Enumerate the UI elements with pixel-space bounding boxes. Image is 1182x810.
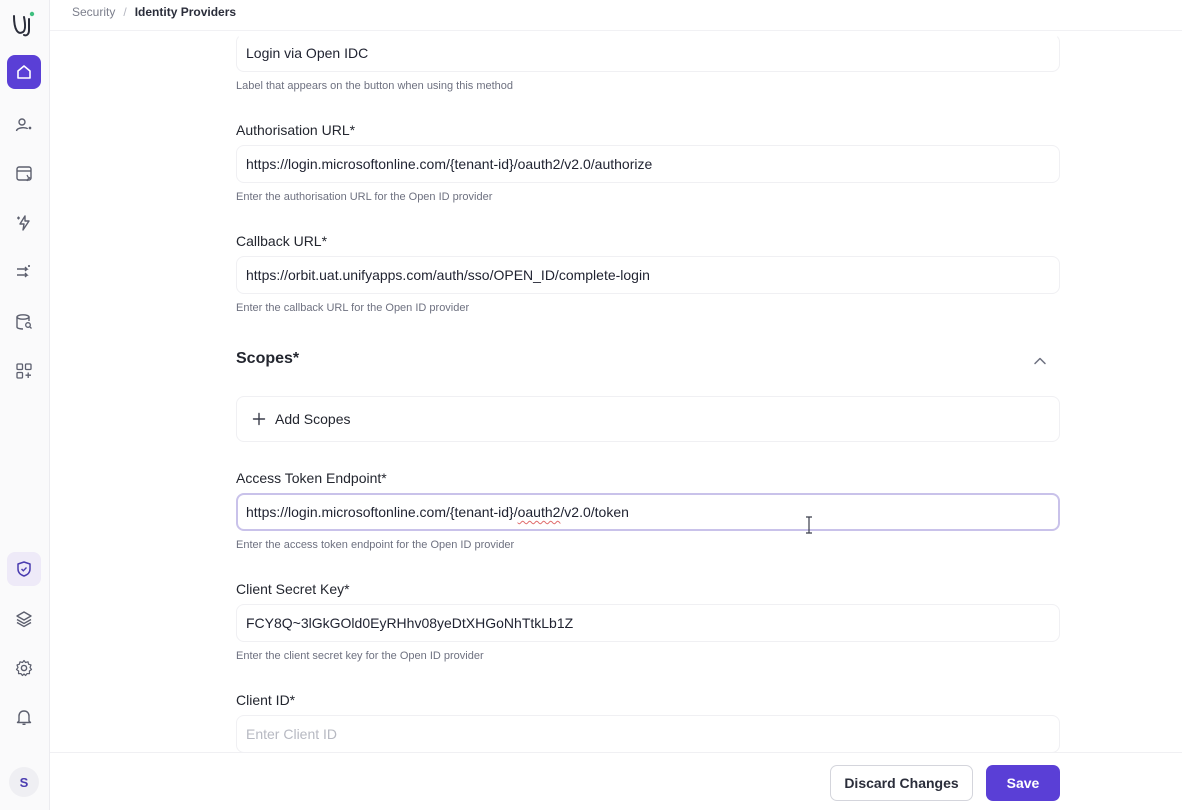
client-secret-key-value: FCY8Q~3lGkGOld0EyRHhv08yeDtXHGoNhTtkLb1Z xyxy=(246,615,574,631)
discard-changes-button[interactable]: Discard Changes xyxy=(830,765,973,801)
nav-data[interactable] xyxy=(7,305,41,339)
nav-add-widget[interactable] xyxy=(7,354,41,388)
button-label-value: Login via Open IDC xyxy=(246,45,369,61)
app-logo[interactable] xyxy=(9,8,41,40)
client-secret-key-field[interactable]: FCY8Q~3lGkGOld0EyRHhv08yeDtXHGoNhTtkLb1Z xyxy=(236,604,1060,642)
sidebar: S xyxy=(0,0,50,810)
text-cursor-icon xyxy=(806,516,812,534)
nav-automations[interactable] xyxy=(7,206,41,240)
avatar[interactable]: S xyxy=(9,767,39,797)
nav-home[interactable] xyxy=(7,55,41,89)
callback-url-hint: Enter the callback URL for the Open ID p… xyxy=(236,302,470,314)
authorisation-url-value: https://login.microsoftonline.com/{tenan… xyxy=(246,156,653,172)
callback-url-field[interactable]: https://orbit.uat.unifyapps.com/auth/sso… xyxy=(236,256,1060,294)
grid-plus-icon xyxy=(16,363,32,379)
arrows-flow-icon xyxy=(17,265,30,278)
access-token-endpoint-prefix: https://login.microsoftonline.com/{tenan… xyxy=(246,504,518,520)
save-button[interactable]: Save xyxy=(986,765,1060,801)
nav-layers[interactable] xyxy=(7,602,41,636)
add-scopes-button[interactable]: Add Scopes xyxy=(236,396,1060,442)
home-icon xyxy=(17,65,31,79)
client-secret-key-label: Client Secret Key* xyxy=(236,581,350,597)
authorisation-url-field[interactable]: https://login.microsoftonline.com/{tenan… xyxy=(236,145,1060,183)
nav-apps[interactable] xyxy=(7,157,41,191)
nav-notifications[interactable] xyxy=(7,700,41,734)
access-token-endpoint-field[interactable]: https://login.microsoftonline.com/{tenan… xyxy=(236,493,1060,531)
nav-security[interactable] xyxy=(7,552,41,586)
client-id-label: Client ID* xyxy=(236,692,296,708)
client-id-placeholder: Enter Client ID xyxy=(246,726,338,742)
breadcrumb-security[interactable]: Security xyxy=(72,5,115,19)
lightning-sparkle-icon xyxy=(17,215,30,231)
layers-icon xyxy=(16,611,32,628)
spellcheck-underline: oauth2 xyxy=(517,504,561,520)
access-token-endpoint-suffix: /v2.0/token xyxy=(560,504,629,520)
access-token-endpoint-value: https://login.microsoftonline.com/{tenan… xyxy=(246,504,629,520)
shield-icon xyxy=(17,561,31,577)
user-settings-icon xyxy=(15,118,32,132)
authorisation-url-label: Authorisation URL* xyxy=(236,122,356,138)
plus-icon xyxy=(252,412,266,426)
client-id-field[interactable]: Enter Client ID xyxy=(236,715,1060,753)
bell-icon xyxy=(16,710,32,725)
authorisation-url-hint: Enter the authorisation URL for the Open… xyxy=(236,191,493,203)
window-spark-icon xyxy=(16,166,32,182)
breadcrumb-identity-providers: Identity Providers xyxy=(134,5,237,19)
database-search-icon xyxy=(16,314,32,330)
chevron-up-icon[interactable] xyxy=(1030,351,1050,371)
breadcrumb-separator: / xyxy=(123,5,127,19)
client-secret-key-hint: Enter the client secret key for the Open… xyxy=(236,650,484,662)
button-label-hint: Label that appears on the button when us… xyxy=(236,80,514,92)
breadcrumb: Security / Identity Providers xyxy=(72,5,236,19)
callback-url-label: Callback URL* xyxy=(236,233,328,249)
gear-icon xyxy=(15,659,33,677)
access-token-endpoint-hint: Enter the access token endpoint for the … xyxy=(236,539,515,551)
header-divider xyxy=(50,30,1182,31)
nav-users[interactable] xyxy=(7,108,41,142)
access-token-endpoint-label: Access Token Endpoint* xyxy=(236,470,387,486)
nav-settings[interactable] xyxy=(7,651,41,685)
scopes-title: Scopes* xyxy=(236,350,300,367)
add-scopes-label: Add Scopes xyxy=(275,411,351,427)
nav-workflows[interactable] xyxy=(7,255,41,289)
callback-url-value: https://orbit.uat.unifyapps.com/auth/sso… xyxy=(246,267,650,283)
button-label-field[interactable]: Login via Open IDC xyxy=(236,34,1060,72)
